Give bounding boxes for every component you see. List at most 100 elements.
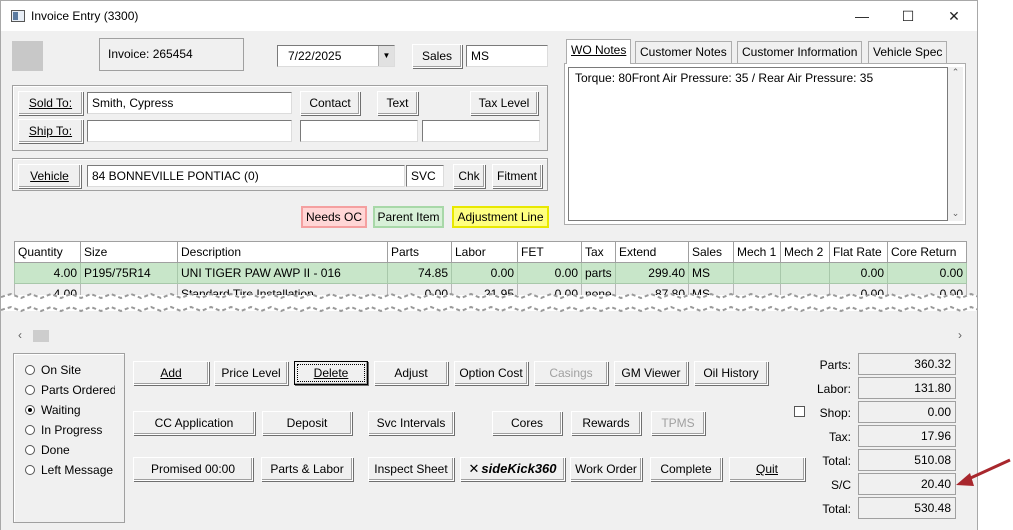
table-cell: 0.00 bbox=[887, 262, 967, 284]
table-cell: 4.00 bbox=[14, 262, 81, 284]
radio-icon[interactable] bbox=[25, 385, 35, 395]
sold-to-button[interactable]: Sold To: bbox=[18, 91, 83, 115]
scroll-right-icon[interactable]: › bbox=[958, 328, 962, 342]
maximize-icon[interactable]: ☐ bbox=[885, 1, 931, 31]
promised-button[interactable]: Promised 00:00 bbox=[133, 457, 253, 481]
sales-field[interactable]: MS bbox=[466, 45, 548, 67]
notes-scrollbar[interactable]: ⌃ ⌄ bbox=[948, 67, 963, 221]
delete-button[interactable]: Delete bbox=[294, 361, 368, 385]
column-header[interactable]: Mech 2 bbox=[780, 241, 830, 263]
column-header[interactable]: FET bbox=[517, 241, 582, 263]
contact-button[interactable]: Contact bbox=[300, 91, 360, 115]
column-header[interactable]: Sales bbox=[688, 241, 734, 263]
status-left-message-radio[interactable]: Left Message bbox=[25, 463, 113, 477]
oil-history-button[interactable]: Oil History bbox=[694, 361, 768, 385]
svc-intervals-button[interactable]: Svc Intervals bbox=[368, 411, 454, 435]
column-header[interactable]: Parts bbox=[387, 241, 452, 263]
adjustment-line-legend: Adjustment Line bbox=[452, 206, 549, 228]
price-level-button[interactable]: Price Level bbox=[214, 361, 288, 385]
text-button[interactable]: Text bbox=[377, 91, 418, 115]
ship-to-field[interactable] bbox=[87, 120, 292, 142]
inspect-sheet-button[interactable]: Inspect Sheet bbox=[368, 457, 454, 481]
ship-to-field-3[interactable] bbox=[422, 120, 540, 142]
status-waiting-radio[interactable]: Waiting bbox=[25, 403, 81, 417]
parts-labor-button[interactable]: Parts & Labor bbox=[261, 457, 353, 481]
tax-level-button[interactable]: Tax Level bbox=[470, 91, 538, 115]
column-header[interactable]: Description bbox=[177, 241, 388, 263]
table-cell: UNI TIGER PAW AWP II - 016 bbox=[177, 262, 388, 284]
wo-notes-textarea[interactable]: Torque: 80Front Air Pressure: 35 / Rear … bbox=[568, 67, 948, 221]
close-icon[interactable]: ✕ bbox=[931, 1, 977, 31]
status-in-progress-radio[interactable]: In Progress bbox=[25, 423, 102, 437]
scroll-up-icon[interactable]: ⌃ bbox=[948, 67, 963, 78]
fitment-button[interactable]: Fitment bbox=[492, 164, 542, 188]
column-header[interactable]: Extend bbox=[615, 241, 689, 263]
quit-button[interactable]: Quit bbox=[729, 457, 805, 481]
sold-to-label: Sold To: bbox=[28, 96, 73, 110]
shop-checkbox[interactable] bbox=[794, 406, 805, 417]
status-label: Done bbox=[41, 443, 70, 457]
rewards-button[interactable]: Rewards bbox=[571, 411, 641, 435]
grid-horizontal-scrollbar[interactable]: ‹ › bbox=[14, 327, 966, 345]
radio-icon[interactable] bbox=[25, 425, 35, 435]
sidekick-logo-icon: ✕ bbox=[468, 461, 480, 476]
tab-vehicle-spec[interactable]: Vehicle Spec bbox=[868, 41, 948, 63]
column-header[interactable]: Flat Rate bbox=[829, 241, 888, 263]
column-header[interactable]: Tax bbox=[581, 241, 616, 263]
sc-field: 20.40 bbox=[858, 473, 956, 495]
tab-customer-notes[interactable]: Customer Notes bbox=[635, 41, 732, 63]
adjust-button[interactable]: Adjust bbox=[374, 361, 448, 385]
option-cost-button[interactable]: Option Cost bbox=[454, 361, 528, 385]
date-dropdown[interactable]: 7/22/2025 ▼ bbox=[277, 45, 395, 67]
scrollbar-thumb[interactable] bbox=[33, 330, 49, 342]
status-label: Parts Ordered bbox=[41, 383, 115, 397]
table-cell bbox=[780, 262, 830, 284]
add-label: Add bbox=[160, 366, 182, 380]
scroll-down-icon[interactable]: ⌄ bbox=[948, 208, 963, 219]
scroll-left-icon[interactable]: ‹ bbox=[18, 328, 22, 342]
complete-button[interactable]: Complete bbox=[650, 457, 722, 481]
radio-icon[interactable] bbox=[25, 365, 35, 375]
table-cell: 0.00 bbox=[517, 262, 582, 284]
radio-selected-icon[interactable] bbox=[25, 405, 35, 415]
status-done-radio[interactable]: Done bbox=[25, 443, 70, 457]
deposit-button[interactable]: Deposit bbox=[262, 411, 352, 435]
table-cell: parts bbox=[581, 262, 616, 284]
column-header[interactable]: Quantity bbox=[14, 241, 81, 263]
column-header[interactable]: Mech 1 bbox=[733, 241, 781, 263]
sold-to-field[interactable]: Smith, Cypress bbox=[87, 92, 292, 114]
parts-total-field: 360.32 bbox=[858, 353, 956, 375]
invoice-number: Invoice: 265454 bbox=[99, 38, 244, 71]
chk-button[interactable]: Chk bbox=[453, 164, 485, 188]
chevron-down-icon[interactable]: ▼ bbox=[378, 46, 394, 66]
table-cell: 299.40 bbox=[615, 262, 689, 284]
radio-icon[interactable] bbox=[25, 445, 35, 455]
tab-wo-notes[interactable]: WO Notes bbox=[566, 39, 632, 64]
status-on-site-radio[interactable]: On Site bbox=[25, 363, 81, 377]
sidekick-label: sideKick360 bbox=[481, 461, 557, 476]
gm-viewer-button[interactable]: GM Viewer bbox=[614, 361, 688, 385]
column-header[interactable]: Core Return bbox=[887, 241, 967, 263]
add-button[interactable]: Add bbox=[133, 361, 209, 385]
sidekick360-button[interactable]: ✕ sideKick360 bbox=[460, 457, 565, 481]
vehicle-button[interactable]: Vehicle bbox=[18, 164, 81, 188]
cores-button[interactable]: Cores bbox=[492, 411, 562, 435]
cc-application-button[interactable]: CC Application bbox=[133, 411, 255, 435]
vehicle-field[interactable]: 84 BONNEVILLE PONTIAC (0) bbox=[87, 165, 405, 187]
sales-button[interactable]: Sales bbox=[412, 44, 462, 68]
status-parts-ordered-radio[interactable]: Parts Ordered bbox=[25, 383, 115, 397]
work-order-button[interactable]: Work Order bbox=[570, 457, 642, 481]
svc-field[interactable]: SVC bbox=[406, 165, 444, 187]
minimize-icon[interactable]: — bbox=[839, 1, 885, 31]
column-header[interactable]: Labor bbox=[451, 241, 518, 263]
tab-customer-information[interactable]: Customer Information bbox=[737, 41, 863, 63]
ship-to-button[interactable]: Ship To: bbox=[18, 119, 83, 143]
ship-to-field-2[interactable] bbox=[300, 120, 418, 142]
tpms-button[interactable]: TPMS bbox=[651, 411, 705, 435]
table-row[interactable]: 4.00 P195/75R14 UNI TIGER PAW AWP II - 0… bbox=[14, 262, 967, 284]
tax-total-field: 17.96 bbox=[858, 425, 956, 447]
radio-icon[interactable] bbox=[25, 465, 35, 475]
torn-edge-divider bbox=[1, 292, 977, 313]
casings-button[interactable]: Casings bbox=[534, 361, 608, 385]
column-header[interactable]: Size bbox=[80, 241, 178, 263]
